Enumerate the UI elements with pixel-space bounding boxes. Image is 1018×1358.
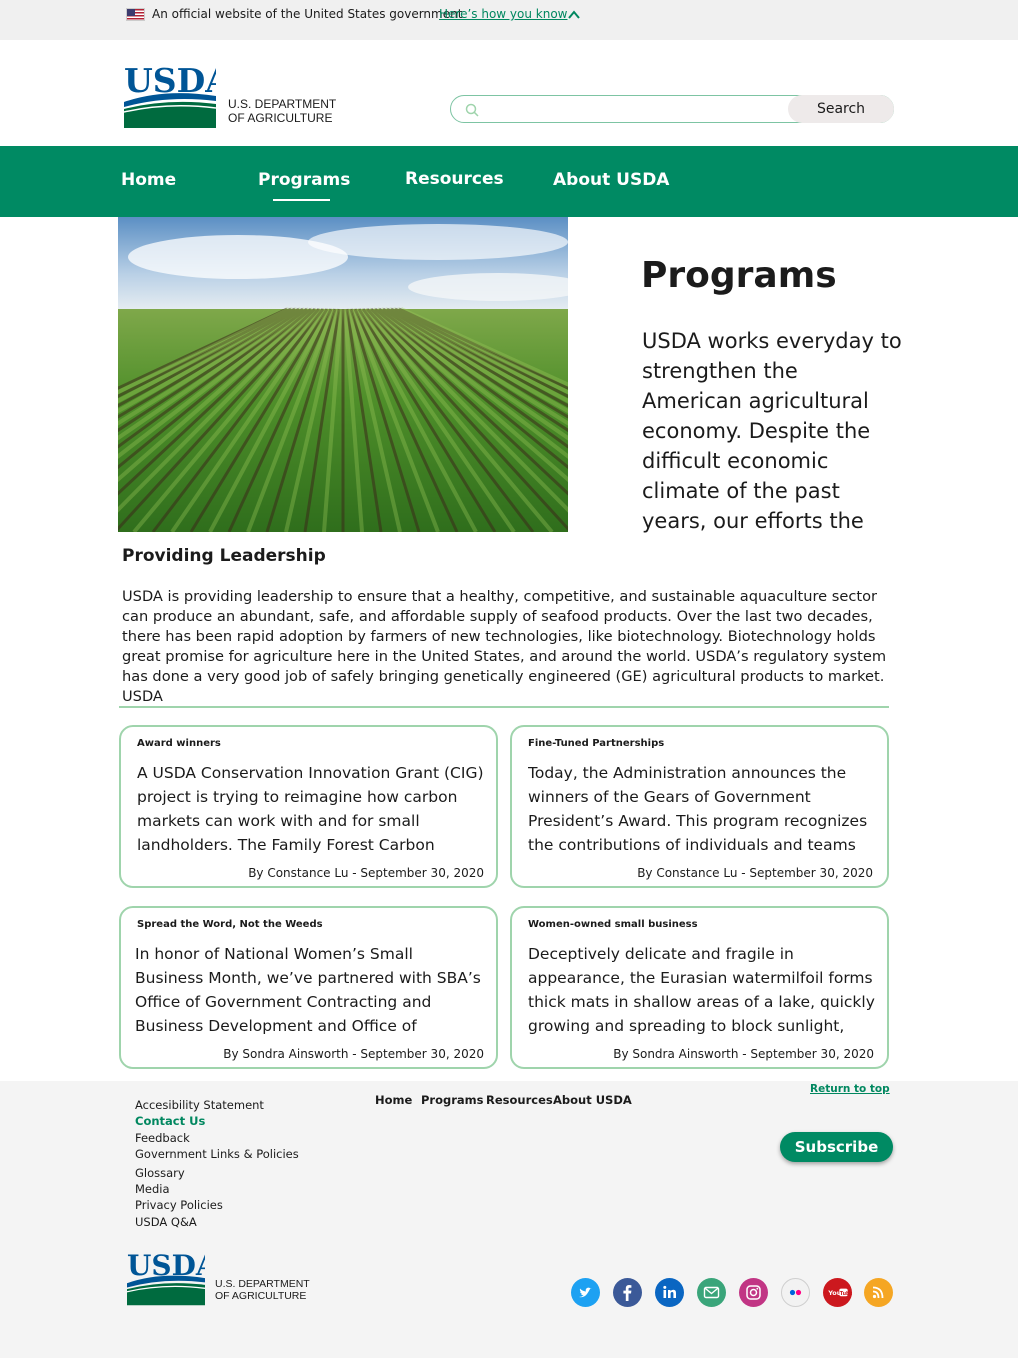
footer-link-accessibility[interactable]: Accesibility Statement [135, 1097, 299, 1113]
footer-link-contact[interactable]: Contact Us [135, 1113, 299, 1129]
card-tag: Spread the Word, Not the Weeds [137, 919, 323, 930]
section-title-leadership: Providing Leadership [122, 546, 326, 566]
usda-logo-mark: USDA [123, 61, 231, 128]
subscribe-button[interactable]: Subscribe [780, 1132, 893, 1162]
footer-department-name: U.S. DEPARTMENT OF AGRICULTURE [215, 1278, 310, 1302]
news-card[interactable]: Fine-Tuned Partnerships Today, the Admin… [510, 725, 889, 888]
footer-nav-about[interactable]: About USDA [553, 1093, 632, 1107]
footer-link-privacy[interactable]: Privacy Policies [135, 1197, 299, 1213]
hero-intro-text: USDA works everyday to strengthen the Am… [642, 329, 902, 533]
search-bar[interactable]: Search [450, 95, 894, 123]
card-body: In honor of National Women’s Small Busin… [135, 945, 481, 1035]
nav-active-indicator [273, 199, 330, 201]
flickr-icon[interactable] [781, 1278, 810, 1307]
nav-about-usda[interactable]: About USDA [553, 170, 669, 190]
footer-link-glossary[interactable]: Glossary [135, 1165, 299, 1181]
card-body: A USDA Conservation Innovation Grant (CI… [137, 764, 484, 854]
gov-banner: An official website of the United States… [0, 0, 1018, 40]
page-title: Programs [641, 255, 837, 296]
news-card[interactable]: Women-owned small business Deceptively d… [510, 906, 889, 1069]
dept-line-2: OF AGRICULTURE [228, 111, 333, 125]
footer-usda-logo[interactable]: USDA [126, 1249, 219, 1311]
dept-line-2: OF AGRICULTURE [215, 1290, 307, 1302]
section-divider [119, 706, 889, 708]
news-card[interactable]: Award winners A USDA Conservation Innova… [119, 725, 498, 888]
footer-links: Accesibility Statement Contact Us Feedba… [135, 1097, 299, 1230]
footer-nav-programs[interactable]: Programs [421, 1093, 484, 1107]
svg-text:Tube: Tube [840, 1291, 852, 1297]
twitter-icon[interactable] [571, 1278, 600, 1307]
us-flag-icon [126, 8, 145, 21]
linkedin-icon[interactable] [655, 1278, 684, 1307]
card-byline: By Constance Lu - September 30, 2020 [637, 866, 873, 880]
youtube-icon[interactable]: You Tube [823, 1278, 852, 1307]
card-body: Deceptively delicate and fragile in appe… [528, 945, 875, 1035]
usda-logo[interactable]: USDA [123, 61, 231, 134]
gov-banner-text: An official website of the United States… [152, 7, 463, 21]
facebook-icon[interactable] [613, 1278, 642, 1307]
nav-resources[interactable]: Resources [405, 169, 504, 189]
card-tag: Fine-Tuned Partnerships [528, 738, 665, 749]
usda-logo-mark: USDA [126, 1249, 219, 1306]
return-to-top-link[interactable]: Return to top [810, 1083, 890, 1095]
card-byline: By Constance Lu - September 30, 2020 [248, 866, 484, 880]
card-byline: By Sondra Ainsworth - September 30, 2020 [223, 1047, 484, 1061]
search-icon [465, 103, 479, 117]
how-you-know-link[interactable]: Here’s how you know [439, 7, 568, 21]
nav-programs[interactable]: Programs [258, 170, 350, 190]
dept-line-1: U.S. DEPARTMENT [228, 97, 337, 111]
dept-line-1: U.S. DEPARTMENT [215, 1278, 310, 1290]
footer-link-qa[interactable]: USDA Q&A [135, 1214, 299, 1230]
main-nav: Home Programs Resources About USDA [0, 146, 1018, 217]
search-button[interactable]: Search [788, 95, 894, 123]
hero-farm-image [118, 217, 568, 532]
chevron-up-icon[interactable] [568, 9, 580, 21]
news-card[interactable]: Spread the Word, Not the Weeds In honor … [119, 906, 498, 1069]
footer-nav-home[interactable]: Home [375, 1093, 412, 1107]
nav-home[interactable]: Home [121, 170, 176, 190]
instagram-icon[interactable] [739, 1278, 768, 1307]
footer-link-feedback[interactable]: Feedback [135, 1130, 299, 1146]
card-body: Today, the Administration announces the … [528, 764, 868, 854]
section-text-leadership: USDA is providing leadership to ensure t… [122, 588, 887, 705]
rss-icon[interactable] [864, 1278, 893, 1307]
card-tag: Award winners [137, 738, 221, 749]
email-icon[interactable] [697, 1278, 726, 1307]
card-tag: Women-owned small business [528, 919, 698, 930]
footer-link-media[interactable]: Media [135, 1181, 299, 1197]
card-byline: By Sondra Ainsworth - September 30, 2020 [613, 1047, 874, 1061]
department-name: U.S. DEPARTMENT OF AGRICULTURE [228, 97, 336, 125]
footer-nav-resources[interactable]: Resources [486, 1093, 553, 1107]
footer-link-gov-links[interactable]: Government Links & Policies [135, 1146, 299, 1162]
